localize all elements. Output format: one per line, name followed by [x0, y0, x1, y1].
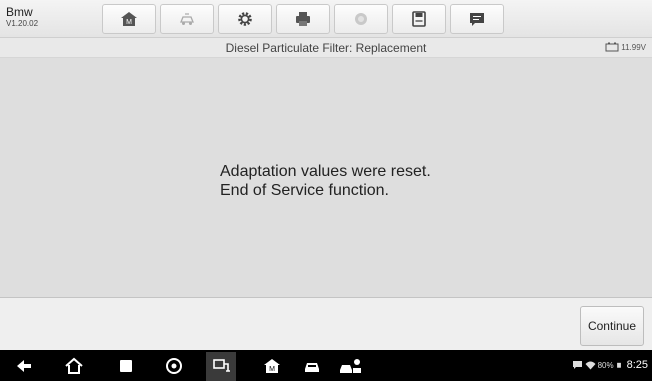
device-battery-percent: 80%	[597, 360, 614, 370]
content-area: Adaptation values were reset. End of Ser…	[0, 58, 652, 298]
car-battery-icon	[605, 42, 619, 52]
svg-text:M: M	[269, 366, 275, 373]
continue-button[interactable]: Continue	[580, 306, 644, 346]
remote-desk-button[interactable]	[338, 356, 364, 376]
recent-apps-button[interactable]	[116, 356, 136, 376]
toolbar-buttons: M	[102, 4, 508, 34]
back-button[interactable]	[14, 356, 34, 376]
wifi-icon	[585, 361, 596, 370]
recent-apps-icon	[120, 360, 132, 372]
home-button[interactable]: M	[102, 4, 156, 34]
save-icon	[412, 11, 426, 27]
car-swap-icon	[180, 13, 194, 25]
help-button[interactable]	[334, 4, 388, 34]
brand: Bmw V1.20.02	[6, 6, 38, 29]
battery-icon	[616, 362, 621, 368]
message-line-1: Adaptation values were reset.	[220, 163, 431, 180]
message-button[interactable]	[450, 4, 504, 34]
software-version: V1.20.02	[6, 19, 39, 28]
remote-desk-icon	[340, 359, 361, 373]
message-line-2: End of Service function.	[220, 182, 389, 199]
maxisys-home-icon: M	[264, 359, 280, 373]
save-button[interactable]	[392, 4, 446, 34]
browser-icon	[166, 358, 182, 374]
settings-button[interactable]	[218, 4, 272, 34]
vehicle-battery-indicator: 11.99V	[605, 42, 646, 52]
chat-notification-icon	[572, 361, 582, 369]
vci-icon	[213, 359, 230, 372]
print-icon	[296, 12, 310, 26]
browser-button[interactable]	[164, 356, 184, 376]
clock: 8:25	[626, 359, 648, 371]
vci-button[interactable]	[206, 352, 236, 381]
vehicle-swap-button[interactable]	[160, 4, 214, 34]
help-icon	[355, 13, 367, 25]
vehicle-make: Bmw	[6, 5, 33, 19]
vehicle-button[interactable]	[302, 356, 322, 376]
print-button[interactable]	[276, 4, 330, 34]
battery-voltage: 11.99V	[621, 42, 646, 52]
result-message: Adaptation values were reset. End of Ser…	[220, 162, 431, 200]
android-home-button[interactable]	[64, 356, 84, 376]
message-icon	[470, 13, 484, 26]
android-status: 80% 8:25	[572, 359, 648, 371]
car-icon	[305, 363, 319, 372]
page-title: Diesel Particulate Filter: Replacement	[225, 41, 427, 55]
action-bar: Continue	[0, 298, 652, 350]
top-toolbar: Bmw V1.20.02 M	[0, 0, 652, 38]
system-navbar: M 80% 8:25	[0, 350, 652, 381]
title-bar: Diesel Particulate Filter: Replacement 1…	[0, 38, 652, 58]
svg-text:M: M	[126, 19, 132, 26]
back-icon	[17, 360, 31, 372]
maxisys-home-button[interactable]: M	[262, 356, 282, 376]
settings-icon	[238, 12, 252, 26]
android-home-icon	[65, 357, 83, 374]
home-icon: M	[121, 12, 137, 26]
